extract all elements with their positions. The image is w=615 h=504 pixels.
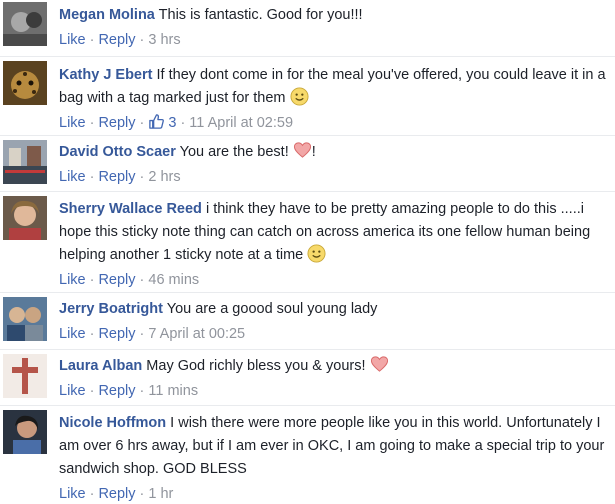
separator-dot: · xyxy=(89,32,95,48)
reply-link[interactable]: Reply xyxy=(98,326,135,342)
separator-dot: · xyxy=(139,272,145,288)
comment-text: This is fantastic. Good for you!!! xyxy=(158,7,363,23)
comment-text: You are a goood soul young lady xyxy=(166,301,378,317)
like-link[interactable]: Like xyxy=(59,169,86,185)
comment-actions: Like · Reply · 7 April at 00:25 xyxy=(59,324,611,344)
commenter-name[interactable]: Kathy J Ebert xyxy=(59,67,152,83)
comment-actions: Like · Reply · 11 mins xyxy=(59,381,611,401)
commenter-name[interactable]: Nicole Hoffmon xyxy=(59,415,166,431)
reply-link[interactable]: Reply xyxy=(98,32,135,48)
commenter-name[interactable]: Laura Alban xyxy=(59,358,142,374)
separator-dot: · xyxy=(139,326,145,342)
timestamp[interactable]: 11 mins xyxy=(148,383,198,399)
comment-actions: Like · Reply · 3 · 11 April at 02:59 xyxy=(59,113,611,133)
timestamp[interactable]: 2 hrs xyxy=(148,169,180,185)
commenter-name[interactable]: Jerry Boatright xyxy=(59,301,163,317)
timestamp[interactable]: 11 April at 02:59 xyxy=(189,115,293,131)
comment-actions: Like · Reply · 3 hrs xyxy=(59,30,611,50)
avatar[interactable] xyxy=(3,2,47,46)
avatar[interactable] xyxy=(3,140,47,184)
smile-emoji-icon xyxy=(307,244,326,263)
avatar[interactable] xyxy=(3,61,47,105)
thumbs-up-icon xyxy=(149,114,165,129)
comment-actions: Like · Reply · 1 hr xyxy=(59,484,611,504)
timestamp[interactable]: 7 April at 00:25 xyxy=(148,326,245,342)
like-link[interactable]: Like xyxy=(59,272,86,288)
separator-dot: · xyxy=(89,326,95,342)
reply-link[interactable]: Reply xyxy=(98,383,135,399)
like-count-value: 3 xyxy=(168,115,177,131)
comment-item: Laura Alban May God richly bless you & y… xyxy=(0,349,615,406)
reply-link[interactable]: Reply xyxy=(98,272,135,288)
comment-text: May God richly bless you & yours! xyxy=(146,358,366,374)
timestamp[interactable]: 3 hrs xyxy=(148,32,180,48)
separator-dot: · xyxy=(139,383,145,399)
commenter-name[interactable]: David Otto Scaer xyxy=(59,144,176,160)
separator-dot: · xyxy=(139,115,145,131)
separator-dot: · xyxy=(139,169,145,185)
avatar[interactable] xyxy=(3,354,47,398)
separator-dot: · xyxy=(89,272,95,288)
comment-text: You are the best! xyxy=(179,144,289,160)
comment-actions: Like · Reply · 46 mins xyxy=(59,270,611,290)
separator-dot: · xyxy=(89,169,95,185)
separator-dot: · xyxy=(180,115,186,131)
heart-emoji-icon xyxy=(370,356,388,372)
comment-item: Jerry Boatright You are a goood soul you… xyxy=(0,292,615,350)
like-link[interactable]: Like xyxy=(59,326,86,342)
smile-emoji-icon xyxy=(289,87,309,106)
comment-text-suffix: ! xyxy=(311,144,316,160)
separator-dot: · xyxy=(89,115,95,131)
comment-item: Megan Molina This is fantastic. Good for… xyxy=(0,0,615,56)
avatar[interactable] xyxy=(3,196,47,240)
comment-actions: Like · Reply · 2 hrs xyxy=(59,167,611,187)
reply-link[interactable]: Reply xyxy=(98,115,135,131)
comment-item: Kathy J Ebert If they dont come in for t… xyxy=(0,56,615,136)
separator-dot: · xyxy=(89,383,95,399)
separator-dot: · xyxy=(139,32,145,48)
commenter-name[interactable]: Sherry Wallace Reed xyxy=(59,201,202,217)
comment-item: David Otto Scaer You are the best! ! Lik… xyxy=(0,135,615,192)
comment-item: Nicole Hoffmon I wish there were more pe… xyxy=(0,405,615,504)
avatar[interactable] xyxy=(3,410,47,454)
like-link[interactable]: Like xyxy=(59,383,86,399)
timestamp[interactable]: 46 mins xyxy=(148,272,199,288)
avatar[interactable] xyxy=(3,297,47,341)
like-link[interactable]: Like xyxy=(59,115,86,131)
heart-emoji-icon xyxy=(293,142,311,158)
like-count[interactable]: 3 xyxy=(148,114,177,131)
comment-item: Sherry Wallace Reed i think they have to… xyxy=(0,191,615,293)
reply-link[interactable]: Reply xyxy=(98,169,135,185)
like-link[interactable]: Like xyxy=(59,32,86,48)
commenter-name[interactable]: Megan Molina xyxy=(59,7,155,23)
